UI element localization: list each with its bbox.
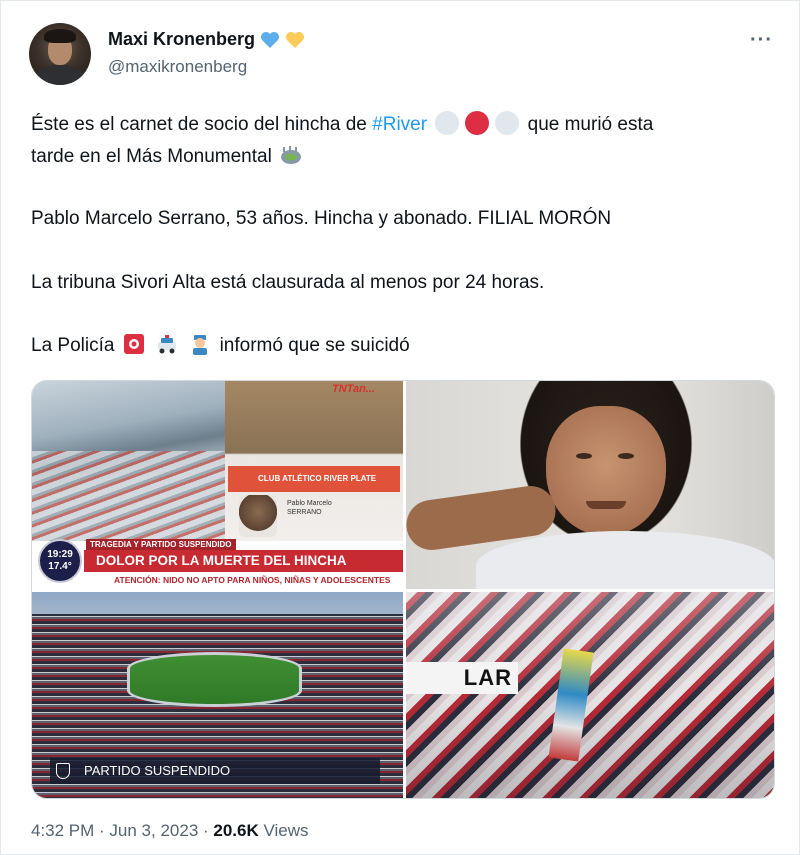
views-count: 20.6K	[213, 821, 259, 840]
police-car-icon	[158, 335, 177, 354]
tweet-text-segment: que murió esta	[522, 114, 654, 135]
media-grid: TNTan... CLUB ATLÉTICO RIVER PLATE Pablo…	[31, 380, 775, 799]
flags-haze	[406, 592, 774, 798]
member-card-surname: SERRANO	[287, 509, 322, 516]
tweet-text-line1: Éste es el carnet de socio del hincha de…	[31, 111, 781, 139]
white-circle-icon	[495, 111, 520, 135]
tweet-time[interactable]: 4:32 PM	[31, 821, 94, 840]
media-image-stadium[interactable]: PARTIDO SUSPENDIDO	[32, 592, 403, 798]
meta-separator: ·	[94, 821, 110, 840]
tv-clock-time: 19:29	[47, 549, 73, 560]
channel-logo-icon	[56, 763, 70, 779]
tv-logo: TNTan...	[332, 383, 375, 395]
meta-separator: ·	[198, 821, 214, 840]
tweet-text-segment: La Policía	[31, 335, 115, 356]
tweet-date[interactable]: Jun 3, 2023	[109, 821, 198, 840]
author-name[interactable]: Maxi Kronenberg	[108, 29, 255, 50]
more-options-icon[interactable]: ···	[750, 29, 773, 52]
tweet-text-segment: Éste es el carnet de socio del hincha de	[31, 114, 373, 135]
police-officer-icon	[193, 335, 208, 355]
avatar-hair	[44, 29, 76, 43]
media-image-tv-report[interactable]: TNTan... CLUB ATLÉTICO RIVER PLATE Pablo…	[32, 381, 403, 589]
member-card-portrait	[239, 495, 277, 537]
tv-subline: ATENCIÓN: NIDO NO APTO PARA NIÑOS, NIÑAS…	[84, 572, 403, 589]
tv-clock-temp: 17.4°	[48, 561, 72, 572]
media-image-crowd-flags[interactable]: LAR	[406, 592, 774, 798]
tweet-text-line2: tarde en el Más Monumental	[31, 143, 781, 171]
tweet-paragraph-4: La Policía informó que se suicidó	[31, 332, 781, 360]
crowd-sign: LAR	[406, 662, 518, 694]
tv-clock: 19:29 17.4°	[38, 539, 82, 583]
tweet-paragraph-2: Pablo Marcelo Serrano, 53 años. Hincha y…	[31, 208, 612, 229]
tweet-meta: 4:32 PM · Jun 3, 2023 · 20.6K Views	[31, 821, 309, 841]
member-card-header: CLUB ATLÉTICO RIVER PLATE	[228, 466, 400, 492]
avatar-body	[35, 65, 85, 85]
tv-topline: TRAGEDIA Y PARTIDO SUSPENDIDO	[86, 539, 236, 550]
tweet-text-segment: informó que se suicidó	[219, 335, 410, 356]
media-image-portrait[interactable]	[406, 381, 774, 589]
yellow-heart-icon	[286, 31, 305, 48]
portrait-mouth	[586, 501, 626, 509]
suspended-banner: PARTIDO SUSPENDIDO	[50, 758, 380, 784]
views-label: Views	[258, 821, 309, 840]
blue-heart-icon	[261, 31, 280, 48]
siren-icon	[123, 334, 144, 354]
author-handle[interactable]: @maxikronenberg	[108, 57, 247, 77]
red-circle-icon	[465, 111, 490, 135]
stadium-stands	[32, 451, 225, 541]
tweet-text-segment: tarde en el Más Monumental	[31, 146, 272, 167]
author-name-row: Maxi Kronenberg	[108, 29, 305, 50]
tv-headline: DOLOR POR LA MUERTE DEL HINCHA	[84, 550, 403, 572]
portrait-face	[546, 406, 666, 536]
member-card-text: Pablo Marcelo SERRANO	[287, 499, 332, 517]
portrait-eye	[618, 453, 634, 459]
hashtag-link[interactable]: #River	[372, 114, 427, 135]
portrait-eye	[576, 453, 592, 459]
tweet-paragraph-3: La tribuna Sivori Alta está clausurada a…	[31, 272, 545, 293]
avatar[interactable]	[29, 23, 91, 85]
white-circle-icon	[435, 111, 460, 135]
stadium-icon	[281, 146, 302, 164]
member-card-name: Pablo Marcelo	[287, 500, 332, 507]
tweet-card: Maxi Kronenberg @maxikronenberg ··· Éste…	[0, 0, 800, 855]
stadium-pitch	[127, 652, 302, 707]
